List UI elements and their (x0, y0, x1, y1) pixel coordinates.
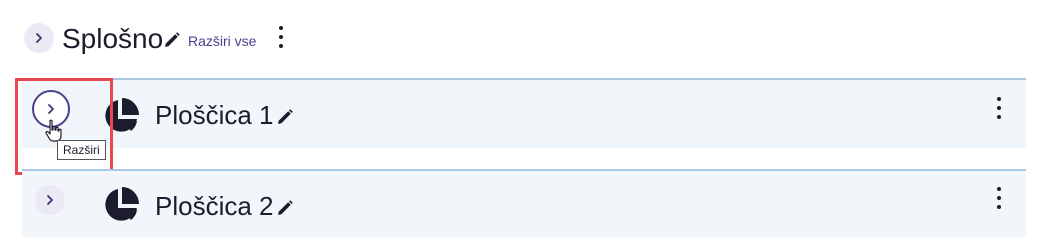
kebab-dot (997, 97, 1001, 101)
expand-all-link[interactable]: Razširi vse (188, 32, 256, 50)
edit-section-title-button[interactable] (163, 31, 181, 54)
pencil-icon (278, 200, 293, 215)
edit-tile-1-title-button[interactable] (276, 108, 294, 131)
section-expand-button[interactable] (24, 23, 54, 53)
tile-1-title: Ploščica 1 (155, 100, 274, 130)
tile-2-expand-button[interactable] (35, 185, 65, 215)
pencil-icon (165, 32, 180, 47)
kebab-dot (997, 106, 1001, 110)
highlight-box (15, 78, 113, 175)
kebab-dot (997, 115, 1001, 119)
chevron-right-icon (36, 33, 42, 43)
edit-tile-2-title-button[interactable] (276, 199, 294, 222)
kebab-dot (279, 26, 283, 30)
kebab-dot (279, 44, 283, 48)
tile-2-title: Ploščica 2 (155, 191, 274, 221)
kebab-dot (997, 196, 1001, 200)
tile-2-more-menu[interactable] (994, 187, 1004, 209)
section-title: Splošno (62, 23, 164, 54)
section-more-menu[interactable] (276, 26, 286, 48)
chevron-right-icon (47, 195, 53, 205)
pencil-icon (278, 109, 293, 124)
kebab-dot (997, 205, 1001, 209)
kebab-dot (279, 35, 283, 39)
tooltip: Razširi (57, 140, 106, 160)
pie-chart-icon (101, 185, 141, 230)
tile-1-more-menu[interactable] (994, 97, 1004, 119)
kebab-dot (997, 187, 1001, 191)
